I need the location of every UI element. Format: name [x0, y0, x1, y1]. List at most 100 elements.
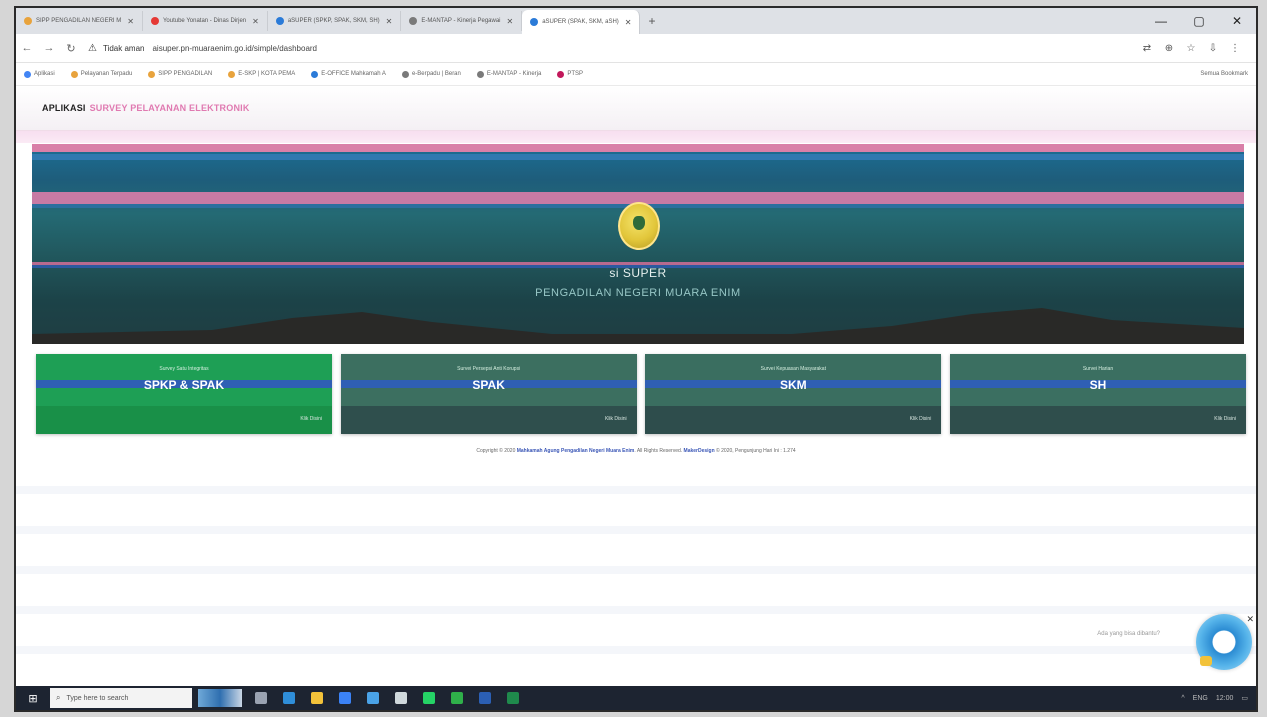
tab-close-icon[interactable]: ✕ — [252, 17, 259, 26]
bookmark-label: Aplikasi — [34, 71, 55, 77]
bookmark-icon — [476, 70, 484, 78]
window-controls: — ▢ ✕ — [1142, 14, 1256, 28]
tab-close-icon[interactable]: ✕ — [386, 17, 393, 26]
card-spak[interactable]: Survei Persepsi Anti Korupsi SPAK Klik D… — [340, 354, 637, 434]
excel-icon[interactable] — [502, 689, 524, 707]
tab-strip: SIPP PENGADILAN NEGERI M ✕ Youtube Yonatan… — [16, 8, 1256, 34]
card-caption: Survei Harian — [1082, 366, 1114, 372]
zoom-icon[interactable]: ⊕ — [1158, 43, 1180, 54]
background-stripes — [16, 466, 1256, 686]
browser-tab[interactable]: Youtube Yonatan - Dinas Dirjen ✕ — [143, 11, 268, 31]
hero-stripe — [32, 144, 1244, 152]
browser-tab[interactable]: E-MANTAP - Kinerja Pegawai ✕ — [401, 11, 523, 31]
bookmark-label: E-SKP | KOTA PEMA — [238, 71, 296, 77]
security-label: Tidak aman — [102, 43, 145, 53]
edge-icon[interactable] — [278, 689, 300, 707]
bookmark-label: E-OFFICE Mahkamah A — [321, 71, 386, 77]
word-icon[interactable] — [474, 689, 496, 707]
browser-tab[interactable]: aSUPER (SPAK, SKM, aSH) ✕ — [522, 10, 641, 34]
tray-item[interactable]: 12:00 — [1216, 695, 1234, 702]
whatsapp-icon[interactable] — [418, 689, 440, 707]
page: APLIKASI SURVEY PELAYANAN ELEKTRONIK si … — [16, 86, 1256, 686]
system-tray: ^ ENG 12:00 ▭ — [1173, 694, 1248, 703]
app-title: APLIKASI — [42, 103, 86, 113]
bookmark-item[interactable]: E-SKP | KOTA PEMA — [220, 70, 303, 78]
close-window-button[interactable]: ✕ — [1218, 14, 1256, 28]
chrome-icon[interactable] — [390, 689, 412, 707]
bookmark-item[interactable]: Aplikasi — [16, 70, 63, 78]
bookmark-icon — [148, 70, 156, 78]
new-tab-button[interactable]: + — [640, 14, 663, 28]
browser-toolbar: ← → ↻ ⚠ Tidak aman aisuper.pn-muaraenim.… — [16, 34, 1256, 63]
bookmark-item[interactable]: Pelayanan Terpadu — [63, 70, 141, 78]
tab-favicon-icon — [530, 18, 539, 26]
footer-suffix: © 2020, Pengunjung Hari Ini : 1.274 — [714, 448, 796, 454]
screen: SIPP PENGADILAN NEGERI M ✕ Youtube Yonatan… — [14, 6, 1258, 712]
all-bookmarks[interactable]: Semua Bookmark — [1192, 71, 1256, 77]
card-more-link[interactable]: Klik Disini — [910, 416, 932, 422]
browser-tab[interactable]: aSUPER (SPKP, SPAK, SKM, SH) ✕ — [268, 11, 402, 31]
card-spkp-spak[interactable]: Survey Satu Integritas SPKP & SPAK Klik … — [36, 354, 332, 434]
footer: Copyright © 2020 Mahkamah Agung Pengadil… — [16, 448, 1256, 454]
browser-tab[interactable]: SIPP PENGADILAN NEGERI M ✕ — [16, 11, 143, 31]
tab-favicon-icon — [409, 17, 418, 25]
footer-design-link[interactable]: MakerDesign — [684, 448, 715, 454]
bookmark-icon — [557, 70, 565, 78]
minimize-button[interactable]: — — [1142, 14, 1180, 28]
taskbar-apps — [250, 689, 530, 707]
chat-close-icon[interactable]: ✕ — [1246, 614, 1254, 625]
bookmark-icon — [228, 70, 236, 78]
card-more-link[interactable]: Klik Disini — [300, 416, 322, 422]
tray-item[interactable]: ^ — [1181, 695, 1184, 702]
search-highlight-image — [198, 689, 242, 707]
bookmark-label: Pelayanan Terpadu — [80, 71, 133, 77]
menu-icon[interactable]: ⋮ — [1224, 43, 1246, 54]
tray-item[interactable]: ENG — [1193, 695, 1208, 702]
reload-icon[interactable]: ↻ — [60, 42, 82, 55]
bookmark-item[interactable]: E-MANTAP - Kinerja — [469, 70, 549, 78]
taskbar-search[interactable]: ⌕ Type here to search — [50, 688, 192, 708]
photos-icon[interactable] — [446, 689, 468, 707]
header-band — [16, 131, 1256, 143]
download-icon[interactable]: ⇩ — [1202, 43, 1224, 54]
card-sh[interactable]: Survei Harian SH Klik Disini — [949, 354, 1246, 434]
file-explorer-icon[interactable] — [306, 689, 328, 707]
tab-label: aSUPER (SPKP, SPAK, SKM, SH) — [287, 18, 380, 24]
card-caption: Survei Persepsi Anti Korupsi — [457, 366, 521, 372]
translate-icon[interactable]: ⇄ — [1136, 43, 1158, 54]
taskbar: ⊞ ⌕ Type here to search ^ ENG 12:00 ▭ — [16, 686, 1256, 710]
store-icon[interactable] — [334, 689, 356, 707]
tab-label: Youtube Yonatan - Dinas Dirjen — [162, 18, 247, 24]
bookmark-item[interactable]: E-OFFICE Mahkamah A — [303, 70, 394, 78]
tray-item[interactable]: ▭ — [1241, 694, 1248, 702]
bookmark-label: e-Berpadu | Beran — [411, 71, 461, 77]
bookmark-item[interactable]: e-Berpadu | Beran — [394, 70, 469, 78]
mail-icon[interactable] — [362, 689, 384, 707]
card-title: SPKP & SPAK — [143, 378, 225, 392]
card-more-link[interactable]: Klik Disini — [1214, 416, 1236, 422]
card-more-link[interactable]: Klik Disini — [605, 416, 627, 422]
task-view-icon[interactable] — [250, 689, 272, 707]
address-bar[interactable]: ⚠ Tidak aman aisuper.pn-muaraenim.go.id/… — [88, 38, 1124, 58]
forward-icon[interactable]: → — [38, 42, 60, 54]
card-skm[interactable]: Survei Kepuasan Masyarakat SKM Klik Disi… — [645, 354, 942, 434]
hero-stripe — [32, 154, 1244, 160]
tab-close-icon[interactable]: ✕ — [507, 17, 514, 26]
back-icon[interactable]: ← — [16, 42, 38, 54]
tab-label: E-MANTAP - Kinerja Pegawai — [421, 18, 501, 24]
hero-subtitle: PENGADILAN NEGERI MUARA ENIM — [535, 287, 741, 299]
tab-close-icon[interactable]: ✕ — [625, 18, 632, 27]
tab-favicon-icon — [150, 17, 159, 25]
tab-close-icon[interactable]: ✕ — [127, 17, 134, 26]
bookmark-icon — [401, 70, 409, 78]
footer-org-link[interactable]: Mahkamah Agung Pengadilan Negeri Muara E… — [517, 448, 635, 454]
search-icon: ⌕ — [56, 693, 61, 702]
star-icon[interactable]: ☆ — [1180, 43, 1202, 54]
bookmark-item[interactable]: SIPP PENGADILAN — [140, 70, 220, 78]
footer-prefix: Copyright © 2020 — [476, 448, 516, 454]
maximize-button[interactable]: ▢ — [1180, 14, 1218, 28]
court-logo — [618, 202, 660, 250]
chat-prompt: Ada yang bisa dibantu? — [1097, 631, 1160, 637]
bookmark-item[interactable]: PTSP — [549, 70, 591, 78]
windows-start-icon[interactable]: ⊞ — [16, 692, 50, 705]
